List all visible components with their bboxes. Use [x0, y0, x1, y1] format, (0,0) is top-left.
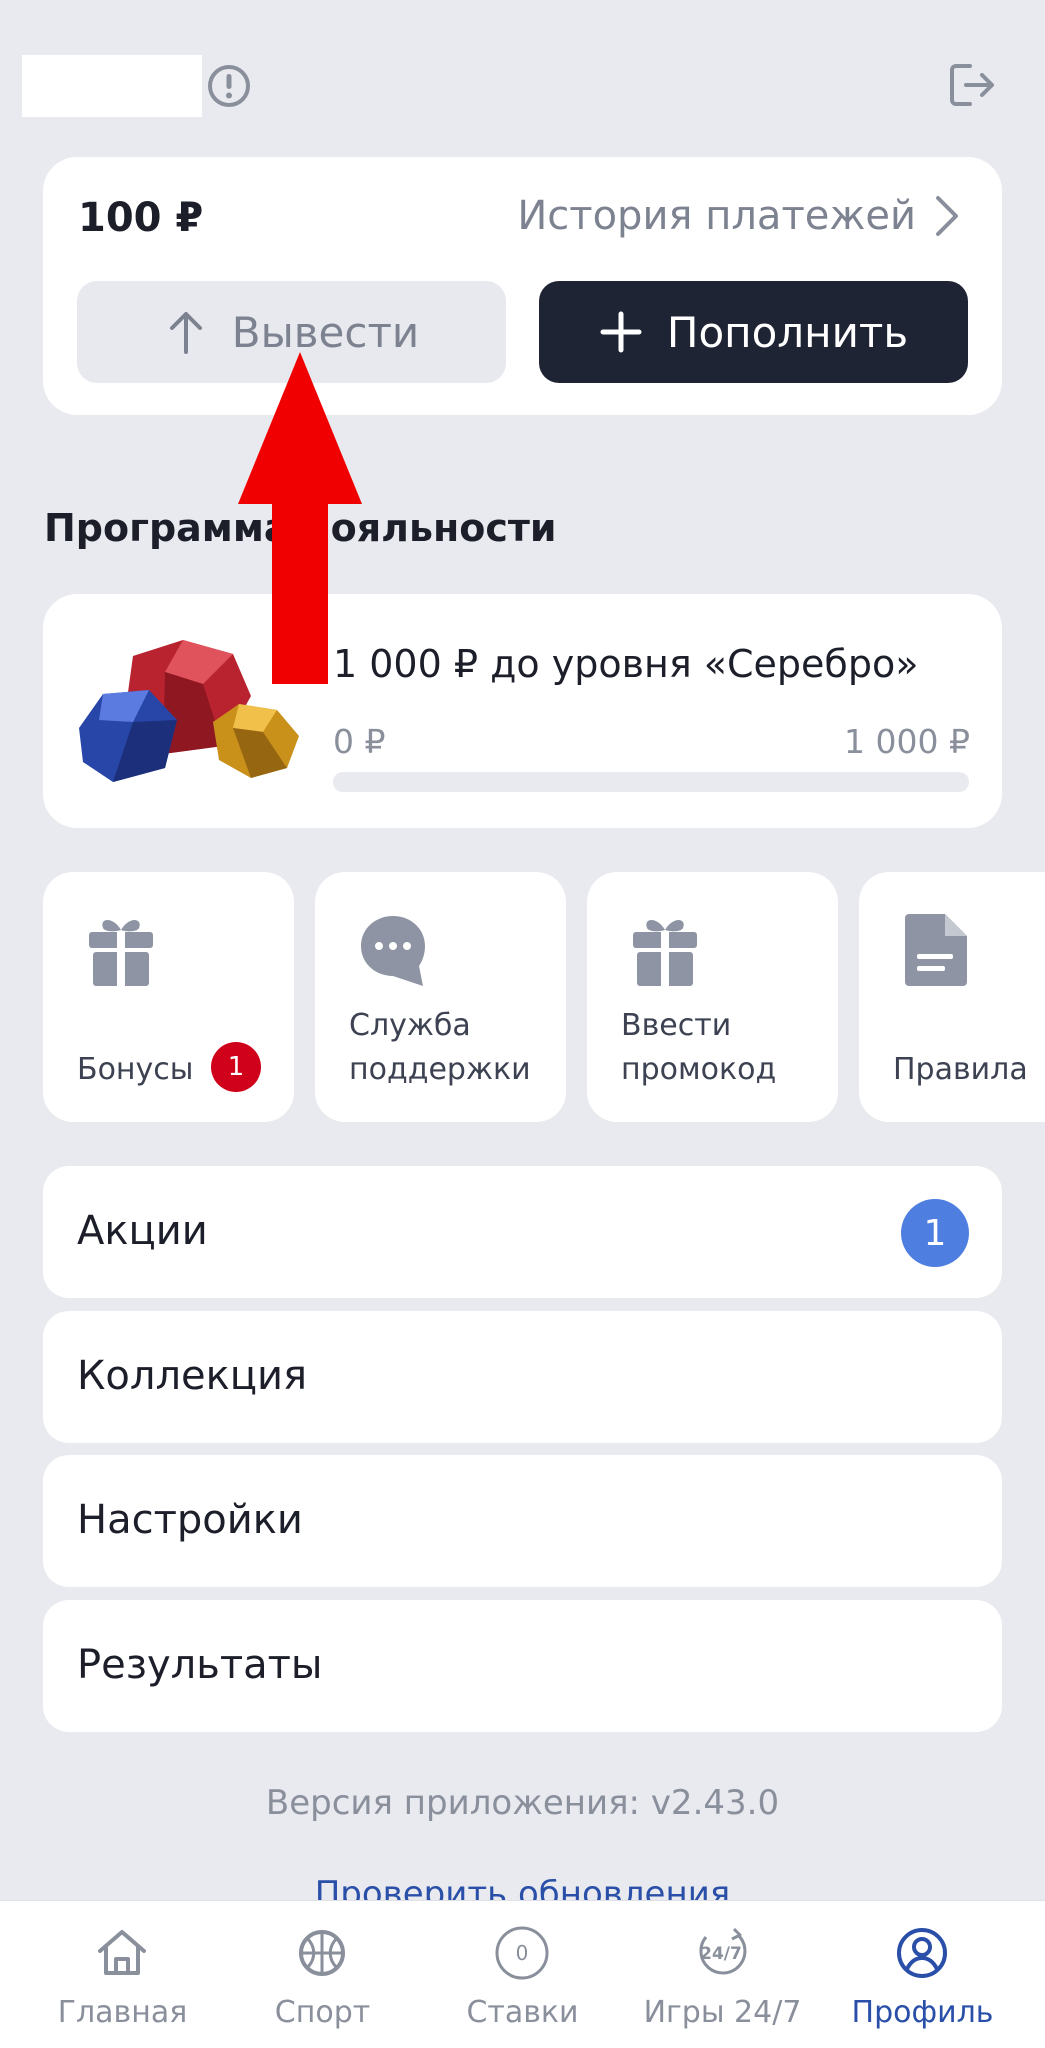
games-24-7-icon: 24/7: [699, 1927, 747, 1975]
progress-max-label: 1 000 ₽: [844, 722, 970, 761]
tab-sport[interactable]: Спорт: [218, 1901, 427, 2048]
payment-history-label: История платежей: [517, 193, 916, 239]
tile-bonuses[interactable]: Бонусы 1: [43, 872, 294, 1122]
tab-bets[interactable]: 0 Ставки: [418, 1901, 627, 2048]
tab-bets-label: Ставки: [466, 1995, 579, 2030]
bets-count: 0: [516, 1941, 529, 1965]
gift-icon: [89, 920, 153, 986]
profile-icon: [897, 1928, 947, 1978]
annotation-arrow-icon: [238, 352, 362, 684]
menu-item-collection[interactable]: Коллекция: [43, 1311, 1002, 1443]
document-icon: [905, 914, 967, 986]
logout-icon[interactable]: [944, 58, 998, 112]
progress-min-label: 0 ₽: [333, 722, 386, 761]
tile-rules-label: Правила: [893, 1052, 1028, 1087]
plus-icon: [600, 311, 642, 353]
tab-games[interactable]: 24/7 Игры 24/7: [618, 1901, 827, 2048]
menu-item-results-label: Результаты: [77, 1642, 323, 1688]
bet-slip-icon: 0: [495, 1926, 549, 1980]
withdraw-label: Вывести: [231, 307, 420, 357]
menu-item-settings[interactable]: Настройки: [43, 1455, 1002, 1587]
promotions-count-badge: 1: [901, 1199, 969, 1267]
tab-home[interactable]: Главная: [18, 1901, 227, 2048]
tile-rules[interactable]: Правила: [859, 872, 1045, 1122]
tile-promocode-label: Ввести промокод: [621, 1008, 777, 1087]
balance-amount: 100 ₽: [78, 195, 204, 241]
alert-icon[interactable]: [206, 63, 252, 109]
games-icon-text: 24/7: [700, 1944, 742, 1964]
menu-item-settings-label: Настройки: [77, 1497, 303, 1543]
app-version: Версия приложения: v2.43.0: [265, 1783, 780, 1823]
tab-profile[interactable]: Профиль: [818, 1901, 1027, 2048]
chat-bubble-icon: [361, 916, 425, 986]
home-icon: [98, 1930, 146, 1975]
gift-icon: [633, 920, 697, 986]
menu-item-collection-label: Коллекция: [77, 1353, 308, 1399]
tile-support-label: Служба поддержки: [349, 1008, 531, 1087]
arrow-up-icon: [169, 312, 202, 354]
tab-sport-label: Спорт: [274, 1995, 371, 2030]
loyalty-card[interactable]: 1 000 ₽ до уровня «Серебро» 0 ₽ 1 000 ₽: [43, 594, 1002, 828]
loyalty-target-text: 1 000 ₽ до уровня «Серебро»: [333, 642, 919, 686]
menu-item-promotions[interactable]: Акции 1: [43, 1166, 1002, 1298]
menu-item-promotions-label: Акции: [77, 1208, 208, 1254]
tab-profile-label: Профиль: [851, 1995, 994, 2030]
payment-history-link[interactable]: История платежей: [517, 193, 960, 239]
top-bar: [0, 0, 1045, 160]
balance-card: 100 ₽ История платежей Вывести Пополнить: [43, 157, 1002, 415]
chevron-right-icon: [936, 196, 958, 236]
tile-support[interactable]: Служба поддержки: [315, 872, 566, 1122]
quick-actions: Бонусы 1 Служба поддержки Ввести промоко…: [0, 872, 1045, 1122]
tab-home-label: Главная: [57, 1995, 188, 2030]
menu-item-results[interactable]: Результаты: [43, 1600, 1002, 1732]
bonuses-count-badge: 1: [211, 1042, 261, 1092]
loyalty-progress-bar: [333, 772, 969, 792]
deposit-label: Пополнить: [666, 307, 909, 357]
username-redacted: [22, 55, 202, 117]
deposit-button[interactable]: Пополнить: [539, 281, 968, 383]
basketball-icon: [299, 1930, 345, 1976]
tile-promocode[interactable]: Ввести промокод: [587, 872, 838, 1122]
tab-games-label: Игры 24/7: [643, 1995, 802, 2030]
bottom-tab-bar: Главная Спорт 0 Ставки 24/7 Игры 24/7 Пр…: [0, 1900, 1045, 2048]
